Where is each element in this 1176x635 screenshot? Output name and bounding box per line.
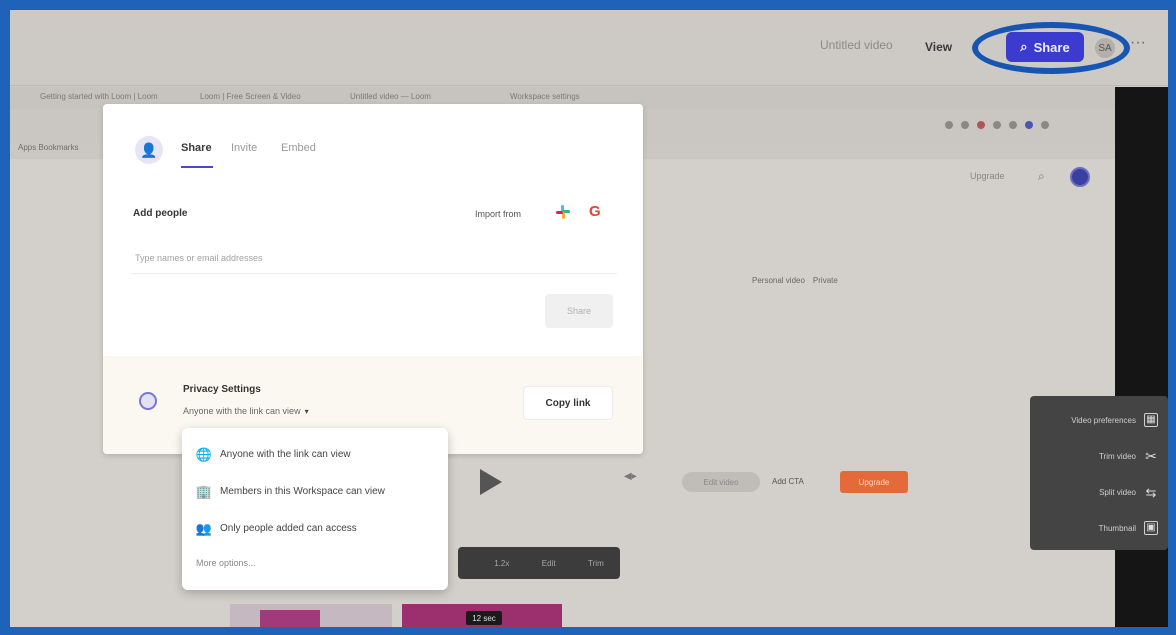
add-people-heading: Add people	[133, 208, 188, 219]
privacy-setting-value: Anyone with the link can view	[183, 406, 301, 416]
trim-control[interactable]: Trim	[588, 559, 604, 568]
screenshot-frame: Untitled video View ⌕ Share SA ··· Getti…	[0, 0, 1176, 635]
layout-icon: ▦	[1144, 413, 1158, 427]
duration-badge: 12 sec	[466, 611, 502, 625]
view-button[interactable]: View	[925, 40, 952, 54]
extension-icon[interactable]	[961, 121, 969, 129]
volume-icon[interactable]: ◀▸	[624, 471, 637, 482]
copy-link-button[interactable]: Copy link	[523, 386, 613, 420]
video-tools-menu: Video preferences ▦ Trim video ✂ Split v…	[1030, 396, 1168, 550]
chevron-down-icon: ▾	[304, 406, 309, 416]
building-icon: 🏢	[195, 483, 213, 499]
document-title: Untitled video	[820, 38, 893, 52]
video-meta-chips: Personal video Private	[752, 276, 902, 290]
option-label: Members in this Workspace can view	[220, 486, 385, 497]
privacy-setting-selector[interactable]: Anyone with the link can view ▾	[183, 406, 309, 416]
slack-icon[interactable]	[555, 204, 571, 220]
tab-share[interactable]: Share	[181, 142, 212, 154]
edit-video-pill[interactable]: Edit video	[682, 472, 760, 492]
menu-item-label: Trim video	[1098, 451, 1136, 461]
add-cta-link[interactable]: Add CTA	[772, 477, 804, 486]
dropdown-option-only-added-people[interactable]: 👥 Only people added can access	[182, 510, 448, 547]
user-avatar[interactable]: SA	[1095, 38, 1115, 58]
video-type-chip: Personal video	[752, 276, 805, 285]
thumbnail-image	[260, 610, 320, 627]
scissors-icon: ✂	[1145, 448, 1157, 464]
more-options-link[interactable]: More options...	[182, 547, 448, 579]
play-icon[interactable]	[480, 469, 502, 495]
split-icon: ⇆	[1145, 484, 1157, 500]
extension-icons	[945, 121, 1049, 129]
menu-item-label: Video preferences	[1071, 415, 1136, 425]
extension-icon[interactable]	[1041, 121, 1049, 129]
people-icon: 👥	[195, 520, 213, 536]
tab-embed[interactable]: Embed	[281, 142, 316, 154]
browser-tab[interactable]: Untitled video — Loom	[350, 92, 431, 104]
browser-tab[interactable]: Loom | Free Screen & Video	[200, 92, 301, 104]
playback-control-bar: 1.2x Edit Trim	[458, 547, 620, 579]
menu-item-thumbnail[interactable]: Thumbnail ▣	[1034, 510, 1164, 546]
extension-icon[interactable]	[993, 121, 1001, 129]
option-label: Only people added can access	[220, 523, 357, 534]
canvas-avatar[interactable]	[1070, 167, 1090, 187]
active-tab-indicator	[181, 166, 213, 168]
edit-control[interactable]: Edit	[542, 559, 556, 568]
app-top-bar: Untitled video View ⌕ Share SA ···	[10, 10, 1168, 86]
import-from-label: Import from	[475, 209, 522, 219]
privacy-settings-title: Privacy Settings	[183, 384, 261, 395]
menu-item-split-video[interactable]: Split video ⇆	[1034, 474, 1164, 510]
extension-icon[interactable]	[1025, 121, 1033, 129]
menu-item-label: Thumbnail	[1098, 523, 1136, 533]
extension-icon[interactable]	[945, 121, 953, 129]
menu-item-video-preferences[interactable]: Video preferences ▦	[1034, 402, 1164, 438]
globe-icon	[139, 392, 157, 410]
option-label: Anyone with the link can view	[220, 449, 351, 460]
upgrade-link[interactable]: Upgrade	[970, 171, 1005, 181]
video-thumbnail[interactable]	[230, 604, 392, 627]
search-icon[interactable]: ⌕	[1038, 169, 1045, 184]
menu-item-label: Split video	[1099, 487, 1136, 497]
user-share-icon: 👤	[135, 136, 163, 164]
share-modal: 👤 Share Invite Embed Add people Import f…	[103, 104, 643, 454]
browser-tab[interactable]: Getting started with Loom | Loom	[40, 92, 158, 104]
share-submit-button[interactable]: Share	[545, 294, 613, 328]
extension-icon[interactable]	[977, 121, 985, 129]
google-icon[interactable]: G	[589, 203, 601, 220]
video-thumbnail[interactable]: 12 sec	[402, 604, 562, 627]
dropdown-option-anyone-with-link[interactable]: 🌐 Anyone with the link can view	[182, 436, 448, 473]
more-options-icon[interactable]: ···	[1130, 34, 1146, 52]
privacy-dropdown-menu: 🌐 Anyone with the link can view 🏢 Member…	[182, 428, 448, 590]
thumbnail-icon: ▣	[1144, 521, 1158, 535]
browser-tab[interactable]: Workspace settings	[510, 92, 580, 104]
menu-item-trim-video[interactable]: Trim video ✂	[1034, 438, 1164, 474]
invite-people-input[interactable]	[131, 242, 617, 274]
dropdown-option-workspace-members[interactable]: 🏢 Members in this Workspace can view	[182, 473, 448, 510]
globe-icon: 🌐	[195, 446, 213, 462]
upgrade-button[interactable]: Upgrade	[840, 471, 908, 493]
tab-invite[interactable]: Invite	[231, 142, 257, 154]
privacy-chip: Private	[812, 276, 838, 285]
extension-icon[interactable]	[1009, 121, 1017, 129]
speed-control[interactable]: 1.2x	[494, 559, 509, 568]
